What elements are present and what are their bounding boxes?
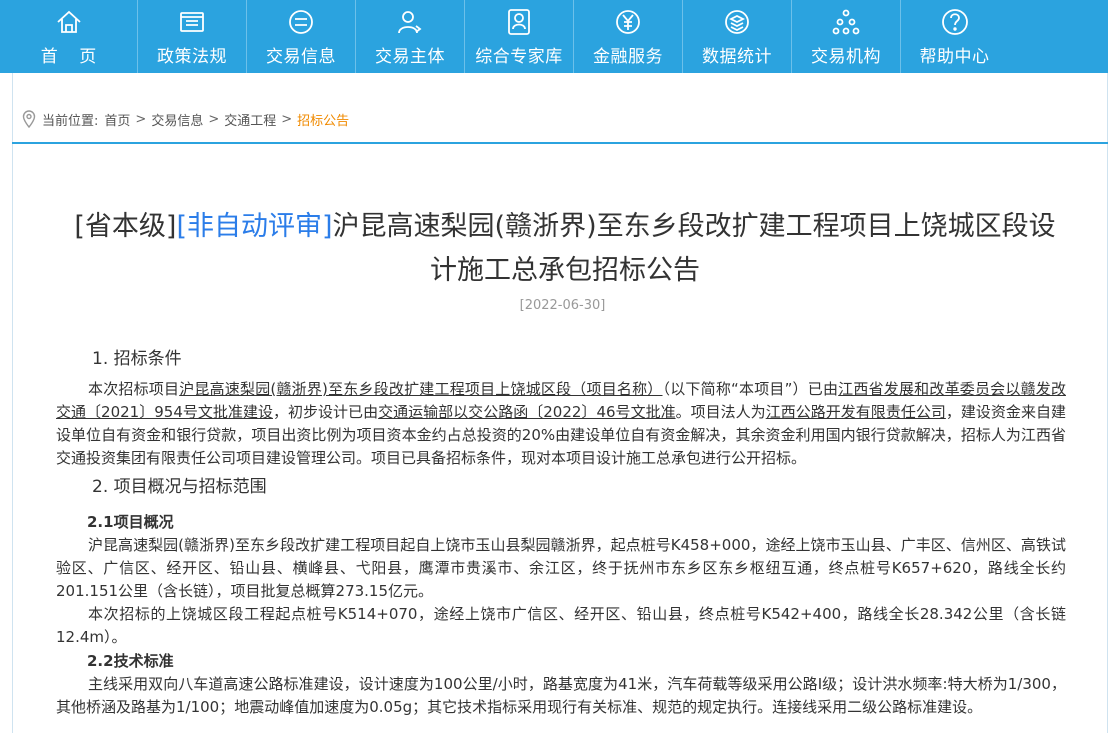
paragraph: 主线采用双向八车道高速公路标准建设，设计速度为100公里/小时，路基宽度为41米… bbox=[56, 675, 1066, 716]
breadcrumb-traffic[interactable]: 交通工程 bbox=[224, 110, 276, 129]
home-icon bbox=[52, 5, 86, 39]
section-heading: 1. 招标条件 bbox=[92, 349, 182, 369]
nav-item-help[interactable]: 帮助中心 bbox=[901, 0, 1008, 73]
org-icon bbox=[829, 5, 863, 39]
nav-item-expert[interactable]: 综合专家库 bbox=[465, 0, 574, 73]
nav-item-data[interactable]: 数据统计 bbox=[683, 0, 792, 73]
nav-label: 政策法规 bbox=[157, 47, 227, 67]
user-icon bbox=[393, 5, 427, 39]
article-body: 1. 招标条件 本次招标项目沪昆高速梨园(赣浙界)至东乡段改扩建工程项目上饶城区… bbox=[56, 342, 1066, 719]
nav-label: 交易信息 bbox=[266, 47, 336, 67]
nav-label: 交易机构 bbox=[811, 47, 881, 67]
nav-item-finance[interactable]: 金融服务 bbox=[574, 0, 683, 73]
breadcrumb-trade-info[interactable]: 交易信息 bbox=[151, 110, 203, 129]
breadcrumb-separator: > bbox=[208, 111, 220, 127]
help-icon bbox=[938, 5, 972, 39]
finance-icon bbox=[611, 5, 645, 39]
nav-item-trade-info[interactable]: 交易信息 bbox=[247, 0, 356, 73]
title-tag-province: [省本级] bbox=[74, 211, 177, 242]
nav-label: 帮助中心 bbox=[919, 47, 990, 67]
title-tag-review: [非自动评审] bbox=[176, 211, 333, 242]
breadcrumb-home[interactable]: 首页 bbox=[104, 110, 130, 129]
location-pin-icon bbox=[22, 110, 36, 128]
breadcrumb-separator: > bbox=[281, 111, 293, 127]
page-title: [省本级][非自动评审]沪昆高速梨园(赣浙界)至东乡段改扩建工程项目上饶城区段设… bbox=[40, 205, 1090, 293]
expert-icon bbox=[502, 5, 536, 39]
section-heading: 2. 项目概况与招标范围 bbox=[92, 477, 267, 497]
nav-label: 综合专家库 bbox=[475, 47, 563, 67]
title-line2: 计施工总承包招标公告 bbox=[430, 255, 700, 286]
breadcrumb-separator: > bbox=[135, 111, 147, 127]
nav-label: 首 页 bbox=[40, 47, 105, 67]
paragraph: 本次招标的上饶城区段工程起点桩号K514+070，途经上饶市广信区、经开区、铅山… bbox=[56, 605, 1066, 646]
publish-date: [2022-06-30] bbox=[519, 298, 606, 313]
nav-item-subject[interactable]: 交易主体 bbox=[356, 0, 465, 73]
paragraph: 沪昆高速梨园(赣浙界)至东乡段改扩建工程项目起自上饶市玉山县梨园赣浙界，起点桩号… bbox=[56, 536, 1066, 600]
top-nav: 首 页 政策法规 交易信息 交易主体 综合专家库 金融服务 数据统计 交易机构 … bbox=[0, 0, 1108, 73]
breadcrumb: 当前位置: 首页 > 交易信息 > 交通工程 > 招标公告 bbox=[22, 109, 349, 129]
policy-icon bbox=[175, 5, 209, 39]
paragraph: 本次招标项目沪昆高速梨园(赣浙界)至东乡段改扩建工程项目上饶城区段（项目名称）（… bbox=[56, 380, 1066, 467]
nav-label: 数据统计 bbox=[702, 47, 772, 67]
nav-label: 交易主体 bbox=[375, 47, 445, 67]
subsection-heading: 2.1项目概况 bbox=[87, 513, 174, 531]
nav-item-policy[interactable]: 政策法规 bbox=[138, 0, 247, 73]
title-line1: 沪昆高速梨园(赣浙界)至东乡段改扩建工程项目上饶城区段设 bbox=[332, 211, 1056, 242]
breadcrumb-divider bbox=[12, 142, 1108, 144]
breadcrumb-prefix: 当前位置: bbox=[42, 113, 99, 129]
nav-item-home[interactable]: 首 页 bbox=[0, 0, 138, 73]
nav-label: 金融服务 bbox=[593, 47, 663, 67]
trade-info-icon bbox=[284, 5, 318, 39]
nav-item-org[interactable]: 交易机构 bbox=[792, 0, 901, 73]
subsection-heading: 2.2技术标准 bbox=[87, 652, 174, 670]
breadcrumb-current[interactable]: 招标公告 bbox=[297, 110, 349, 129]
data-icon bbox=[720, 5, 754, 39]
